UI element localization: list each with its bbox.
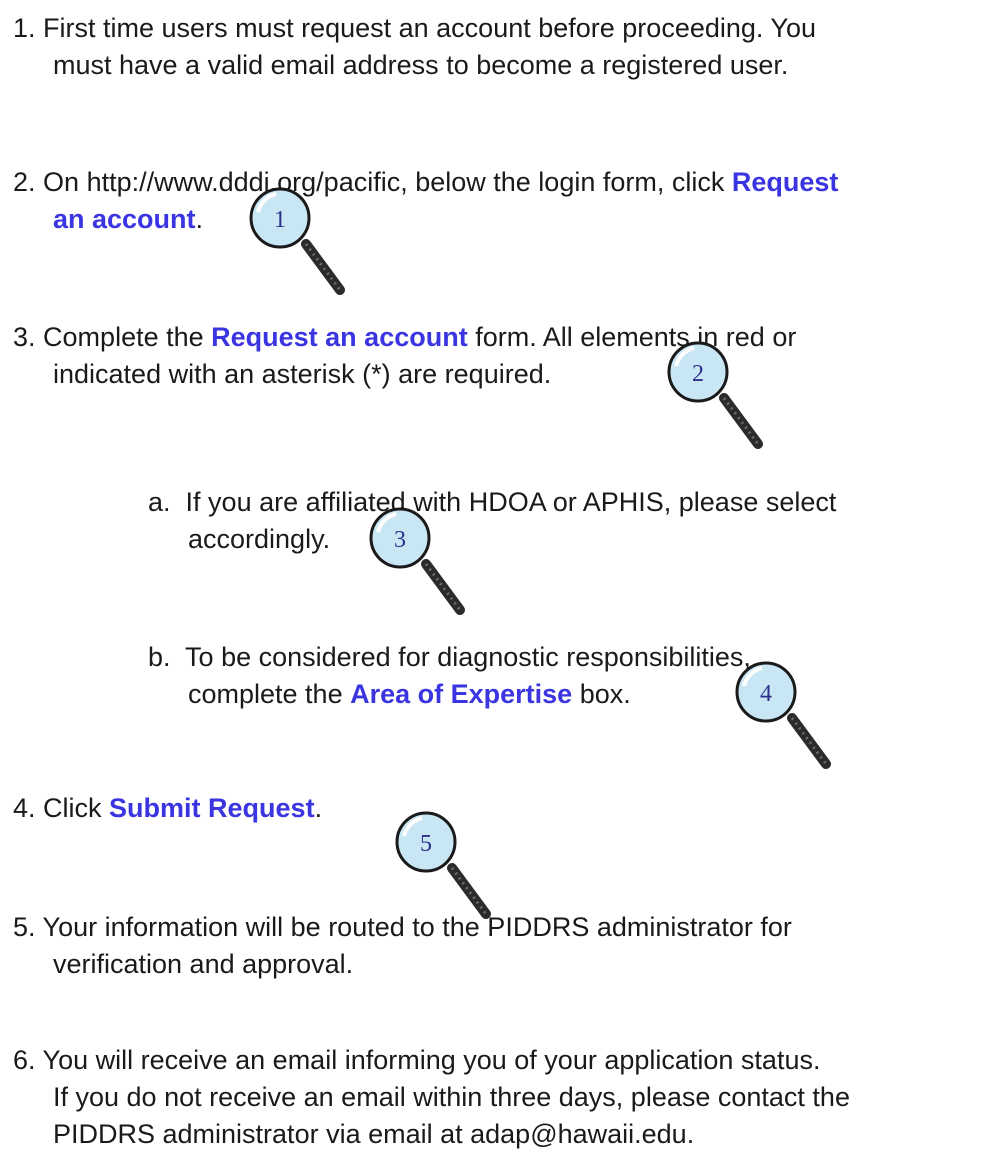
submit-request-link[interactable]: Submit Request [109,793,315,823]
step-number: 6. [13,1045,36,1075]
magnifying-glass-icon[interactable]: 3 [368,506,488,626]
step-6: 6. You will receive an email informing y… [13,1042,850,1153]
step-text: indicated with an asterisk (*) are requi… [53,359,552,389]
step-3a: a. If you are affiliated with HDOA or AP… [148,484,836,558]
magnifier-label: 3 [394,527,406,553]
magnifier-label: 4 [760,681,772,707]
magnifier-label: 5 [420,831,432,857]
step-number: 2. [13,167,36,197]
magnifier-label: 1 [274,207,286,233]
step-text: verification and approval. [53,949,354,979]
step-text: If you are affiliated with HDOA or APHIS… [185,487,837,517]
step-text: To be considered for diagnostic responsi… [185,642,751,672]
magnifying-glass-icon[interactable]: 5 [394,810,514,930]
step-2: 2. On http://www.dddi.org/pacific, below… [13,167,839,234]
magnifier-label: 2 [692,361,704,387]
area-of-expertise-link[interactable]: Area of Expertise [350,679,572,709]
step-number: 1. [13,13,36,43]
step-text: On http://www.dddi.org/pacific, below th… [43,167,732,197]
step-1: 1. First time users must request an acco… [13,10,816,84]
step-text: PIDDRS administrator via email at adap@h… [53,1119,695,1149]
step-number: b. [148,642,171,672]
step-number: 5. [13,912,36,942]
request-account-link[interactable]: Request [732,167,839,197]
magnifying-glass-icon[interactable]: 4 [734,660,854,780]
step-text: must have a valid email address to becom… [53,50,789,80]
step-3b: b. To be considered for diagnostic respo… [148,642,751,709]
magnifying-glass-icon[interactable]: 1 [248,186,368,306]
step-number: 4. [13,793,36,823]
step-number: 3. [13,322,36,352]
step-number: a. [148,487,171,517]
step-4: 4. Click Submit Request. [13,793,323,823]
magnifying-glass-icon[interactable]: 2 [666,340,786,460]
step-text: If you do not receive an email within th… [53,1082,850,1112]
request-account-link[interactable]: an account [53,204,196,234]
step-text: accordingly. [188,524,331,554]
step-text: You will receive an email informing you … [42,1045,821,1075]
request-account-form-link[interactable]: Request an account [211,322,468,352]
step-text: First time users must request an account… [43,13,816,43]
